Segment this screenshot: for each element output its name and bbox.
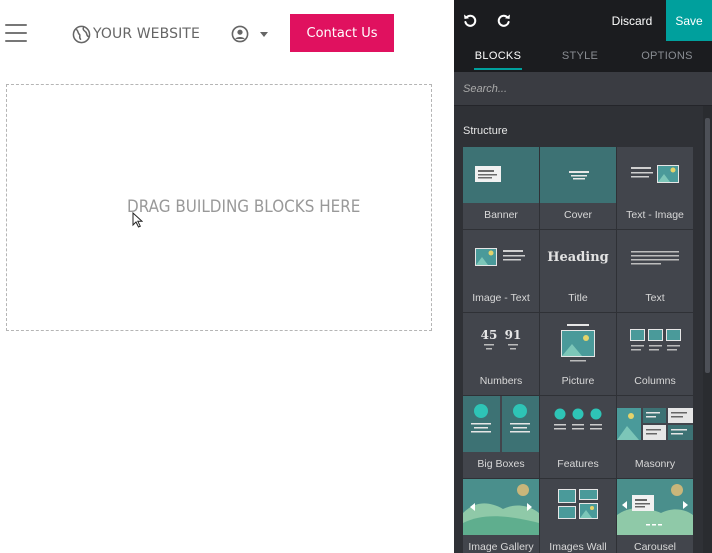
block-label: Numbers [479, 375, 523, 387]
features-icon [540, 396, 616, 452]
tab-blocks[interactable]: BLOCKS [474, 41, 522, 72]
numbers-icon: 45 91 [463, 313, 539, 369]
mouse-cursor-icon [132, 212, 143, 228]
block-label: Image - Text [472, 292, 530, 304]
discard-button[interactable]: Discard [604, 0, 660, 41]
block-label: Banner [484, 209, 518, 221]
block-big-boxes[interactable]: Big Boxes [463, 396, 539, 478]
user-avatar-icon [231, 25, 249, 43]
undo-icon[interactable] [462, 12, 478, 28]
block-label: Columns [634, 375, 676, 387]
picture-icon [540, 313, 616, 369]
image-gallery-icon [463, 479, 539, 535]
block-label: Masonry [634, 458, 676, 470]
block-label: Text - Image [626, 209, 684, 221]
columns-icon [617, 313, 693, 369]
drop-zone-text: DRAG BUILDING BLOCKS HERE [127, 197, 361, 216]
block-label: Features [557, 458, 599, 470]
block-label: Big Boxes [477, 458, 525, 470]
editor-tabs: BLOCKS STYLE OPTIONS [454, 41, 712, 72]
tab-style[interactable]: STYLE [558, 41, 602, 72]
block-label: Text [645, 292, 665, 304]
block-text[interactable]: Text [617, 230, 693, 312]
globe-icon [72, 25, 91, 43]
block-label: Images Wall [549, 541, 607, 553]
block-numbers[interactable]: 45 91 Numbers [463, 313, 539, 395]
title-thumb-text: Heading [547, 250, 609, 265]
numbers-thumb-value-1: 45 [481, 328, 498, 342]
menu-toggle-icon[interactable] [5, 24, 27, 42]
images-wall-icon [540, 479, 616, 535]
site-logo-text: YOUR WEBSITE [93, 26, 200, 42]
editor-topbar: Discard Save [454, 0, 712, 41]
numbers-thumb-value-2: 91 [505, 328, 522, 342]
block-carousel[interactable]: Carousel [617, 479, 693, 553]
block-label: Picture [561, 375, 595, 387]
block-banner[interactable]: Banner [463, 147, 539, 229]
big-boxes-icon [463, 396, 539, 452]
block-label: Image Gallery [468, 541, 534, 553]
chevron-down-icon [260, 31, 268, 37]
block-text-image[interactable]: Text - Image [617, 147, 693, 229]
contact-us-button[interactable]: Contact Us [290, 14, 394, 52]
text-icon [617, 230, 693, 286]
block-images-wall[interactable]: Images Wall [540, 479, 616, 553]
block-label: Title [568, 292, 588, 304]
block-masonry[interactable]: Masonry [617, 396, 693, 478]
blocks-scrollbar[interactable] [703, 106, 712, 553]
title-icon: Heading [540, 230, 616, 286]
site-logo[interactable]: YOUR WEBSITE [72, 24, 200, 44]
editor-panel: Discard Save BLOCKS STYLE OPTIONS Struct… [454, 0, 712, 553]
scrollbar-thumb[interactable] [705, 118, 710, 373]
text-image-icon [617, 147, 693, 203]
masonry-icon [617, 396, 693, 452]
block-picture[interactable]: Picture [540, 313, 616, 395]
carousel-icon [617, 479, 693, 535]
block-columns[interactable]: Columns [617, 313, 693, 395]
blocks-search-input[interactable] [454, 72, 712, 106]
tab-options[interactable]: OPTIONS [640, 41, 694, 72]
block-label: Carousel [633, 541, 677, 553]
block-features[interactable]: Features [540, 396, 616, 478]
banner-icon [463, 147, 539, 203]
block-image-text[interactable]: Image - Text [463, 230, 539, 312]
redo-icon[interactable] [496, 12, 512, 28]
block-title[interactable]: Heading Title [540, 230, 616, 312]
image-text-icon [463, 230, 539, 286]
cover-icon [540, 147, 616, 203]
section-title-structure: Structure [463, 125, 508, 137]
save-button[interactable]: Save [666, 0, 712, 41]
website-preview: YOUR WEBSITE Contact Us DRAG BUILDING BL… [0, 0, 454, 553]
user-menu[interactable] [231, 25, 268, 43]
block-label: Cover [563, 209, 592, 221]
block-image-gallery[interactable]: Image Gallery [463, 479, 539, 553]
drop-zone[interactable]: DRAG BUILDING BLOCKS HERE [6, 84, 432, 331]
block-cover[interactable]: Cover [540, 147, 616, 229]
